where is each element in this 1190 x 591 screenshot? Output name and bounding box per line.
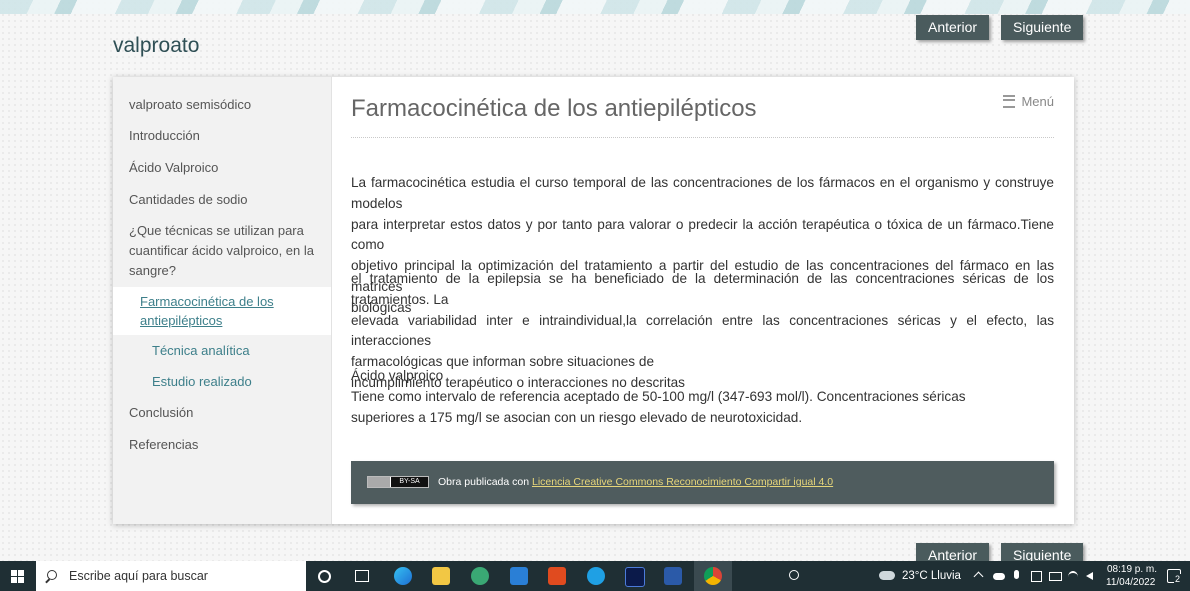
sidebar-item-valproato-semisodico[interactable]: valproato semisódico — [129, 95, 251, 115]
paragraph-line: Tiene como intervalo de referencia acept… — [351, 388, 966, 404]
sidebar-nav: valproato semisódico Introducción Ácido … — [113, 77, 332, 524]
notification-icon[interactable]: 2 — [1167, 569, 1182, 584]
office-icon[interactable] — [548, 567, 566, 585]
paragraph-acido-valproico: Ácido valproico Tiene como intervalo de … — [351, 366, 1054, 428]
sidebar-item-label: antiepilépticos — [140, 313, 223, 328]
sidebar-item-tecnicas[interactable]: ¿Que técnicas se utilizan para cuantific… — [129, 221, 314, 281]
sidebar-item-estudio-realizado[interactable]: Estudio realizado — [152, 372, 252, 392]
cc-badge-label: BY-SA — [391, 477, 428, 487]
chrome-icon[interactable] — [704, 567, 722, 585]
internet-explorer-icon[interactable] — [587, 567, 605, 585]
paragraph-line: La farmacocinética estudia el curso temp… — [351, 175, 1054, 211]
sidebar-item-conclusion[interactable]: Conclusión — [129, 403, 193, 423]
sidebar-item-cantidades-de-sodio[interactable]: Cantidades de sodio — [129, 190, 248, 210]
app-w-icon[interactable] — [625, 567, 645, 587]
content-card: valproato semisódico Introducción Ácido … — [113, 77, 1074, 524]
sidebar-item-farmacocinetica[interactable]: Farmacocinética de los antiepilépticos — [140, 292, 274, 330]
menu-label: Menú — [1021, 94, 1054, 109]
wifi-icon[interactable] — [1068, 571, 1078, 583]
sidebar-item-acido-valproico[interactable]: Ácido Valproico — [129, 158, 218, 178]
license-prefix: Obra publicada con — [438, 476, 532, 488]
sidebar-item-tecnica-analitica[interactable]: Técnica analítica — [152, 341, 250, 361]
search-placeholder: Escribe aquí para buscar — [69, 569, 208, 583]
weather-text[interactable]: 23°C Lluvia — [902, 570, 961, 582]
header-decoration — [0, 0, 1190, 14]
paragraph-line: superiores a 175 mg/l se asocian con un … — [351, 409, 803, 425]
word-icon[interactable] — [664, 567, 682, 585]
search-icon-handle — [45, 578, 50, 584]
windows-taskbar: Escribe aquí para buscar 23°C Lluvia 08:… — [0, 561, 1190, 591]
cortana-icon[interactable] — [318, 570, 331, 583]
paragraph-line: elevada variabilidad inter e intraindivi… — [351, 312, 1054, 349]
sidebar-item-label: Farmacocinética de los — [140, 294, 274, 309]
edge-icon[interactable] — [394, 567, 412, 585]
next-button-top[interactable]: Siguiente — [1001, 15, 1084, 40]
site-title[interactable]: valproato — [113, 34, 199, 58]
clock-date[interactable]: 11/04/2022 — [1106, 577, 1155, 588]
creative-commons-badge-icon[interactable]: BY-SA — [367, 476, 429, 488]
sidebar-item-label: cuantificar ácido valproico, en la — [129, 243, 314, 258]
microphone-icon[interactable] — [1014, 570, 1019, 579]
sidebar-item-label: sangre? — [129, 263, 176, 278]
weather-icon[interactable] — [879, 571, 895, 580]
title-divider — [351, 137, 1054, 138]
people-icon[interactable] — [789, 570, 799, 580]
cloud-icon[interactable] — [993, 573, 1005, 580]
license-footer: BY-SA Obra publicada con Licencia Creati… — [351, 461, 1054, 504]
browser-globe-icon[interactable] — [471, 567, 489, 585]
main-content: Farmacocinética de los antiepilépticos M… — [351, 77, 1054, 524]
menu-toggle[interactable]: Menú — [1003, 94, 1054, 109]
clock-time[interactable]: 08:19 p. m. — [1107, 564, 1157, 575]
page-title: Farmacocinética de los antiepilépticos — [351, 95, 757, 122]
sidebar-item-referencias[interactable]: Referencias — [129, 435, 198, 455]
task-view-icon[interactable] — [355, 570, 369, 582]
battery-icon[interactable] — [1049, 572, 1062, 581]
paragraph-line: el tratamiento de la epilepsia se ha ben… — [351, 271, 1054, 307]
paragraph-line: Ácido valproico — [351, 368, 444, 383]
taskbar-search-box[interactable]: Escribe aquí para buscar — [36, 561, 306, 591]
previous-button-top[interactable]: Anterior — [916, 15, 990, 40]
chevron-up-icon[interactable] — [973, 571, 984, 582]
sidebar-item-introduccion[interactable]: Introducción — [129, 126, 200, 146]
paragraph-line: para interpretar estos datos y por tanto… — [351, 216, 1054, 253]
device-icon[interactable] — [1031, 571, 1042, 582]
license-link[interactable]: Licencia Creative Commons Reconocimiento… — [532, 476, 833, 488]
windows-start-icon[interactable] — [11, 570, 24, 583]
mail-icon[interactable] — [510, 567, 528, 585]
hamburger-icon — [1003, 95, 1016, 109]
license-text: Obra publicada con Licencia Creative Com… — [438, 476, 833, 489]
file-explorer-icon[interactable] — [432, 567, 450, 585]
notification-count: 2 — [1174, 574, 1182, 584]
cc-logo-icon — [368, 477, 390, 487]
sidebar-item-label: ¿Que técnicas se utilizan para — [129, 223, 304, 238]
volume-icon[interactable] — [1086, 572, 1093, 580]
